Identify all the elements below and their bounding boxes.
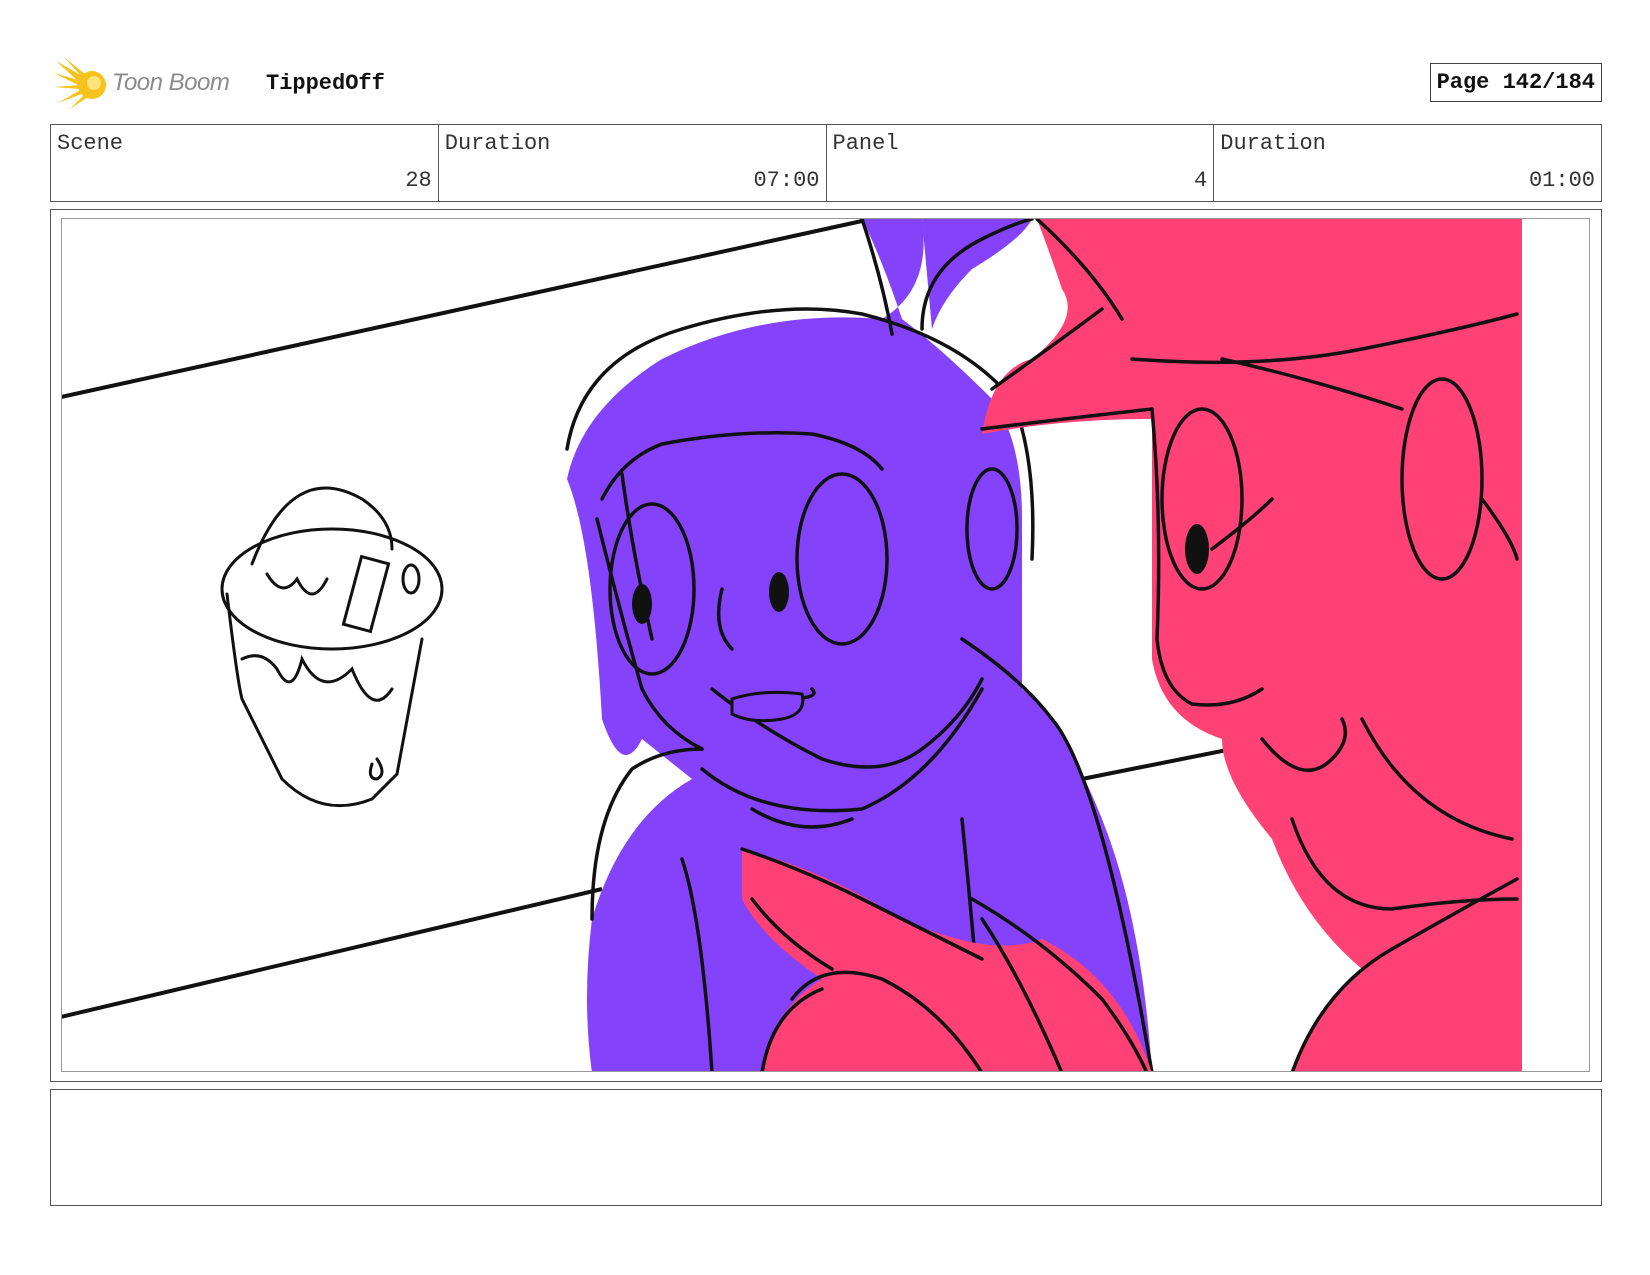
toon-boom-burst-icon xyxy=(54,57,106,109)
storyboard-panel-image xyxy=(61,218,1590,1072)
project-title: TippedOff xyxy=(266,71,385,96)
scene-label: Scene xyxy=(57,131,124,156)
page-indicator: Page 142/184 xyxy=(1429,63,1602,102)
page-header: Toon Boom TippedOff Page 142/184 xyxy=(50,55,1602,115)
scene-duration-value: 07:00 xyxy=(753,168,820,193)
panel-duration-cell: Duration 01:00 xyxy=(1214,125,1601,201)
logo-wordmark: Toon Boom xyxy=(112,69,230,96)
panel-value: 4 xyxy=(1194,168,1208,193)
panel-notes-box xyxy=(50,1089,1602,1206)
panel-label: Panel xyxy=(832,131,899,156)
bucket-sketch xyxy=(220,486,444,808)
background-line-bottom xyxy=(62,887,603,1019)
scene-value: 28 xyxy=(405,168,432,193)
panel-duration-value: 01:00 xyxy=(1528,168,1595,193)
scene-info-table: Scene 28 Duration 07:00 Panel 4 Duration… xyxy=(50,124,1602,202)
scene-cell: Scene 28 xyxy=(51,125,439,201)
scene-duration-cell: Duration 07:00 xyxy=(439,125,827,201)
storyboard-panel-frame xyxy=(50,209,1602,1082)
panel-duration-label: Duration xyxy=(1220,131,1326,156)
panel-cell: Panel 4 xyxy=(827,125,1215,201)
toon-boom-logo: Toon Boom xyxy=(54,57,254,109)
scene-duration-label: Duration xyxy=(444,131,551,156)
